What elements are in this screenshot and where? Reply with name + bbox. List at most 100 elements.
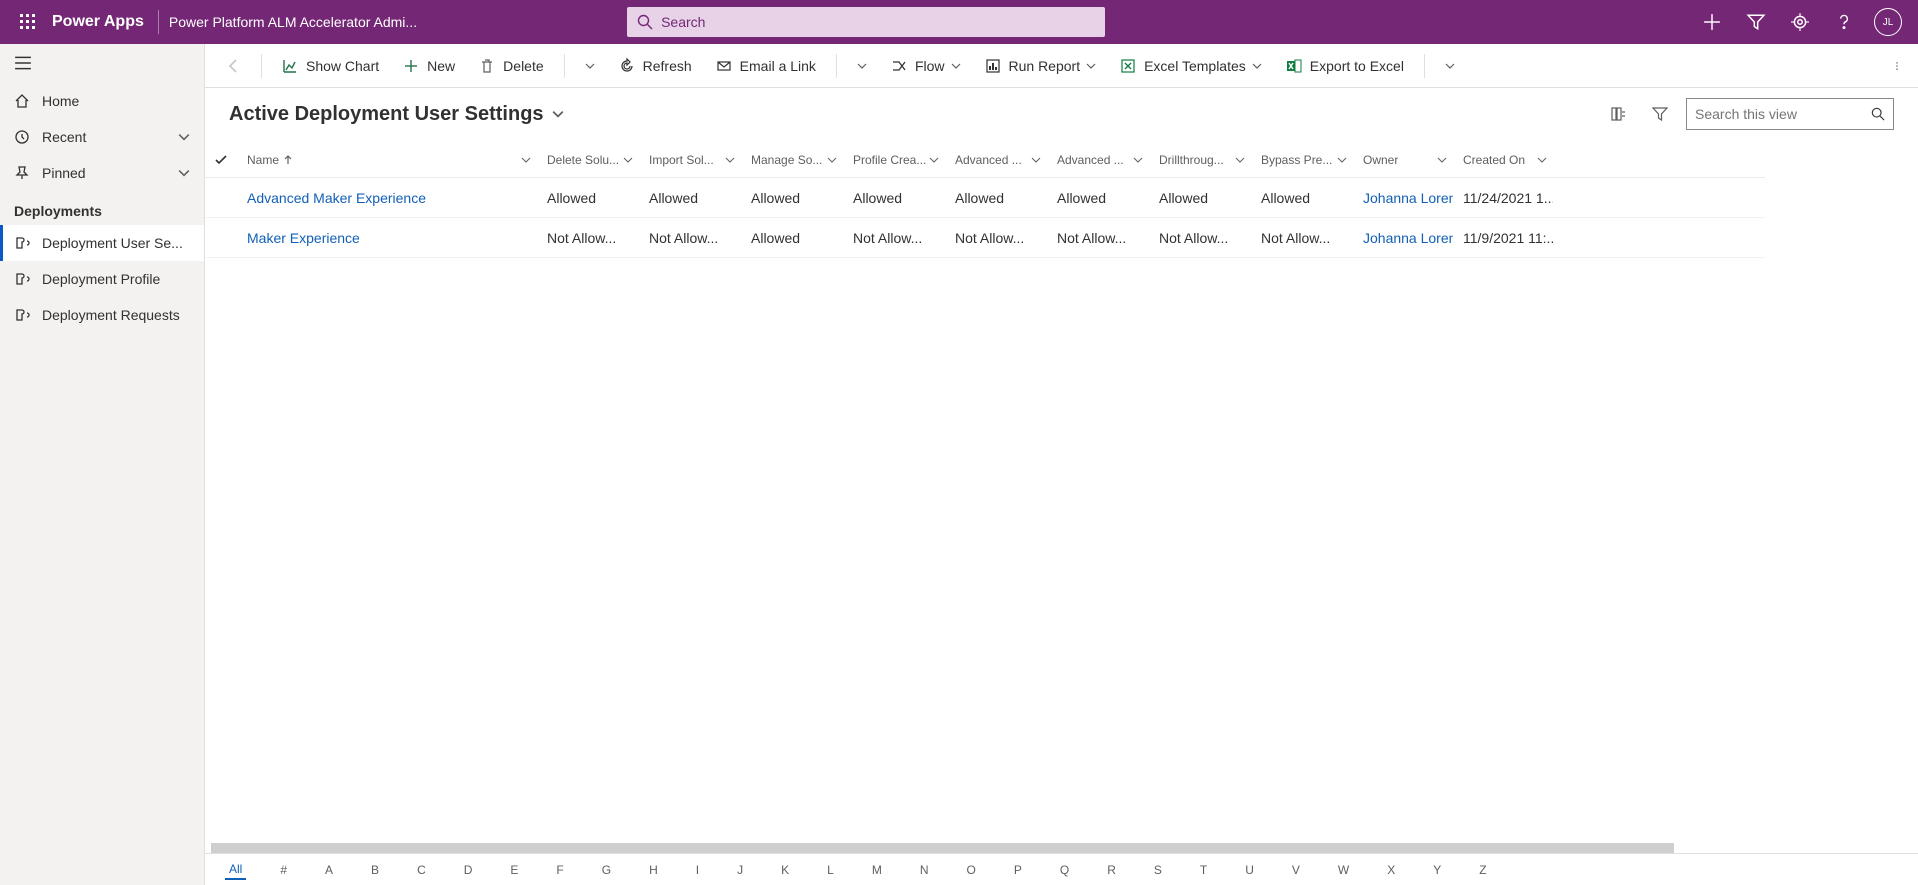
gear-icon[interactable] <box>1778 0 1822 44</box>
cmd-label: Show Chart <box>306 58 379 74</box>
data-grid: Name Delete Solu... Import Sol... Manage… <box>205 142 1765 258</box>
col-manage-so[interactable]: Manage So... <box>741 153 843 167</box>
jump-letter[interactable]: V <box>1288 861 1304 879</box>
brand-label[interactable]: Power Apps <box>48 13 154 31</box>
jump-letter[interactable]: X <box>1383 861 1399 879</box>
plus-icon <box>403 58 419 74</box>
jump-letter[interactable]: C <box>413 861 430 879</box>
overflow-menu[interactable] <box>1882 44 1912 88</box>
chevron-down-icon <box>1252 61 1262 71</box>
refresh-button[interactable]: Refresh <box>609 44 702 88</box>
cmd-separator <box>1424 54 1425 78</box>
view-search[interactable] <box>1686 98 1894 130</box>
col-profile-crea[interactable]: Profile Crea... <box>843 153 945 167</box>
global-search-input[interactable] <box>661 14 1095 30</box>
cell-value: Allowed <box>639 190 741 206</box>
nav-item-label: Deployment Profile <box>42 271 160 287</box>
jump-letter[interactable]: K <box>777 861 793 879</box>
chevron-down-icon <box>623 155 633 165</box>
user-avatar[interactable]: JL <box>1874 8 1902 36</box>
jump-letter[interactable]: I <box>692 861 703 879</box>
jump-letter[interactable]: S <box>1150 861 1166 879</box>
col-import-sol[interactable]: Import Sol... <box>639 153 741 167</box>
jump-letter[interactable]: R <box>1103 861 1120 879</box>
jump-letter[interactable]: Q <box>1056 861 1073 879</box>
owner-link[interactable]: Johanna Lorenz <box>1363 190 1453 206</box>
cell-value: Not Allow... <box>843 230 945 246</box>
nav-pinned[interactable]: Pinned <box>0 155 204 191</box>
export-split[interactable] <box>1435 44 1465 88</box>
jump-letter[interactable]: D <box>460 861 477 879</box>
show-chart-button[interactable]: Show Chart <box>272 44 389 88</box>
col-owner[interactable]: Owner <box>1353 153 1453 167</box>
nav-deployment-profile[interactable]: Deployment Profile <box>0 261 204 297</box>
cmd-label: Refresh <box>643 58 692 74</box>
jump-letter[interactable]: F <box>552 861 567 879</box>
jump-letter[interactable]: All <box>225 860 246 880</box>
sidebar: Home Recent Pinned Deployments Deploymen… <box>0 44 205 885</box>
cell-value: Not Allow... <box>1251 230 1353 246</box>
chevron-down-icon <box>1133 155 1143 165</box>
col-drillthroug[interactable]: Drillthroug... <box>1149 153 1251 167</box>
jump-letter[interactable]: Y <box>1429 861 1445 879</box>
jump-letter[interactable]: # <box>276 861 291 879</box>
col-advanced-1[interactable]: Advanced ... <box>945 153 1047 167</box>
help-icon[interactable] <box>1822 0 1866 44</box>
col-delete-solu[interactable]: Delete Solu... <box>537 153 639 167</box>
waffle-icon[interactable] <box>8 0 48 44</box>
filter-icon[interactable] <box>1734 0 1778 44</box>
email-split[interactable] <box>847 44 877 88</box>
cell-value: 11/24/2021 1... <box>1453 190 1553 206</box>
col-created-on[interactable]: Created On <box>1453 153 1553 167</box>
jump-letter[interactable]: M <box>868 861 886 879</box>
cell-value: Allowed <box>537 190 639 206</box>
edit-columns-button[interactable] <box>1602 98 1634 130</box>
back-button[interactable] <box>217 58 251 74</box>
horizontal-scrollbar[interactable] <box>211 843 1912 853</box>
global-search[interactable] <box>627 7 1105 37</box>
excel-templates-button[interactable]: Excel Templates <box>1110 44 1272 88</box>
jump-letter[interactable]: L <box>823 861 838 879</box>
nav-pinned-label: Pinned <box>42 165 86 181</box>
view-search-input[interactable] <box>1695 106 1871 122</box>
view-selector[interactable]: Active Deployment User Settings <box>229 103 564 126</box>
jump-letter[interactable]: E <box>506 861 522 879</box>
delete-split[interactable] <box>575 44 605 88</box>
filter-button[interactable] <box>1644 98 1676 130</box>
record-name-link[interactable]: Advanced Maker Experience <box>247 190 426 206</box>
hamburger-icon[interactable] <box>0 44 204 83</box>
app-name-label[interactable]: Power Platform ALM Accelerator Admi... <box>169 14 417 30</box>
jump-letter[interactable]: W <box>1334 861 1353 879</box>
jump-letter[interactable]: N <box>916 861 933 879</box>
nav-deployment-requests[interactable]: Deployment Requests <box>0 297 204 333</box>
export-excel-button[interactable]: Export to Excel <box>1276 44 1414 88</box>
run-report-button[interactable]: Run Report <box>975 44 1107 88</box>
nav-recent[interactable]: Recent <box>0 119 204 155</box>
jump-letter[interactable]: J <box>733 861 747 879</box>
jump-letter[interactable]: B <box>367 861 383 879</box>
jump-letter[interactable]: G <box>598 861 615 879</box>
report-icon <box>985 58 1001 74</box>
col-advanced-2[interactable]: Advanced ... <box>1047 153 1149 167</box>
col-bypass-pre[interactable]: Bypass Pre... <box>1251 153 1353 167</box>
nav-home[interactable]: Home <box>0 83 204 119</box>
record-name-link[interactable]: Maker Experience <box>247 230 360 246</box>
col-name[interactable]: Name <box>237 153 537 167</box>
jump-letter[interactable]: O <box>963 861 980 879</box>
jump-letter[interactable]: A <box>321 861 337 879</box>
owner-link[interactable]: Johanna Lorenz <box>1363 230 1453 246</box>
jump-letter[interactable]: U <box>1241 861 1258 879</box>
flow-button[interactable]: Flow <box>881 44 971 88</box>
jump-letter[interactable]: Z <box>1475 861 1490 879</box>
table-row[interactable]: Maker Experience Not Allow... Not Allow.… <box>205 218 1765 258</box>
table-row[interactable]: Advanced Maker Experience Allowed Allowe… <box>205 178 1765 218</box>
delete-button[interactable]: Delete <box>469 44 553 88</box>
nav-deployment-user-settings[interactable]: Deployment User Se... <box>0 225 204 261</box>
jump-letter[interactable]: T <box>1196 861 1211 879</box>
email-link-button[interactable]: Email a Link <box>706 44 826 88</box>
jump-letter[interactable]: P <box>1010 861 1026 879</box>
new-button[interactable]: New <box>393 44 465 88</box>
jump-letter[interactable]: H <box>645 861 662 879</box>
select-all[interactable] <box>205 154 237 166</box>
add-button[interactable] <box>1690 0 1734 44</box>
